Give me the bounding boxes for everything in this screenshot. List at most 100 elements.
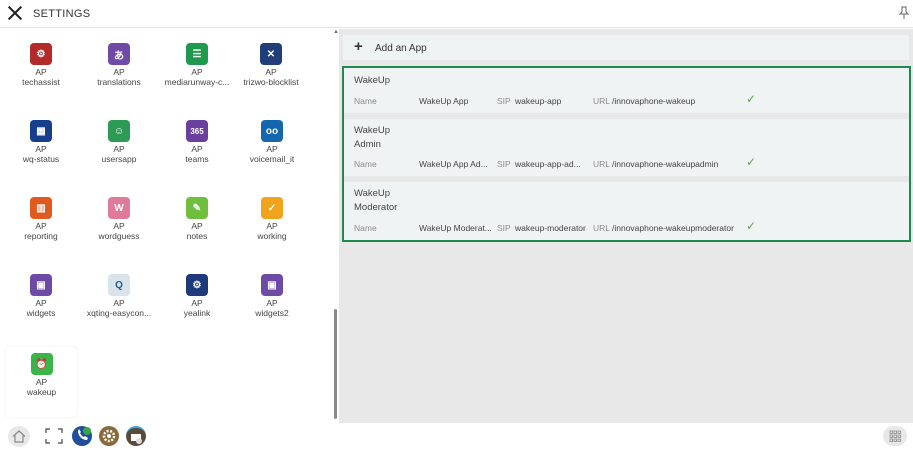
grid-icon bbox=[889, 430, 901, 442]
app-tile-prefix: AP bbox=[113, 298, 125, 308]
app-tile-notes[interactable]: ✎ AP notes bbox=[161, 197, 233, 267]
app-tile-prefix: AP bbox=[35, 221, 47, 231]
app-config-pane: + Add an App WakeUp Name WakeUp App SIP … bbox=[339, 29, 913, 423]
app-tile-widgets[interactable]: ▣ AP widgets bbox=[5, 274, 77, 344]
sip-value: wakeup-moderator bbox=[515, 223, 586, 233]
home-icon bbox=[12, 430, 26, 443]
url-value: /innovaphone-wakeup bbox=[612, 96, 696, 106]
scrollbar-thumb[interactable] bbox=[334, 309, 337, 419]
xqting-icon: Q bbox=[108, 274, 130, 296]
url-value: /innovaphone-wakeupmoderator bbox=[612, 223, 734, 233]
blocklist-icon: ✕ bbox=[260, 43, 282, 65]
app-tile-label: wordguess bbox=[98, 231, 140, 241]
app-tile-xqting-easycon[interactable]: Q AP xqting-easycon... bbox=[80, 274, 158, 344]
sip-label: SIP bbox=[497, 96, 511, 106]
sip-value: wakeup-app-ad... bbox=[515, 159, 581, 169]
check-icon: ✓ bbox=[746, 219, 757, 233]
app-entry-wakeup-moderator[interactable]: WakeUp Moderator Name WakeUp Moderat... … bbox=[344, 182, 909, 240]
entry-title-line2: Admin bbox=[354, 139, 381, 150]
check-icon: ✓ bbox=[746, 155, 757, 169]
app-tile-reporting[interactable]: ▥ AP reporting bbox=[5, 197, 77, 267]
app-tile-wakeup[interactable]: ⏰ AP wakeup bbox=[6, 353, 77, 423]
app-tile-mediarunway[interactable]: ☰ AP mediarunway-c... bbox=[161, 43, 233, 113]
users-icon: ☺ bbox=[108, 120, 130, 142]
app-entry-list: WakeUp Name WakeUp App SIP wakeup-app UR… bbox=[342, 66, 911, 242]
app-tile-prefix: AP bbox=[266, 144, 278, 154]
app-tile-teams[interactable]: 365 AP teams bbox=[161, 120, 233, 190]
app-tile-prefix: AP bbox=[191, 221, 203, 231]
app-entry-wakeup-admin[interactable]: WakeUp Admin Name WakeUp App Ad... SIP w… bbox=[344, 119, 909, 176]
app-tile-yealink[interactable]: ⚙ AP yealink bbox=[161, 274, 233, 344]
top-bar: SETTINGS bbox=[0, 0, 913, 28]
app-launcher-button[interactable] bbox=[883, 426, 907, 446]
app-admin-icon[interactable] bbox=[126, 426, 146, 446]
app-tile-prefix: AP bbox=[113, 67, 125, 77]
pin-icon[interactable] bbox=[899, 6, 909, 20]
app-tile-label: working bbox=[257, 231, 287, 241]
app-tile-label: techassist bbox=[22, 77, 60, 87]
app-tile-wq-status[interactable]: ▦ AP wq-status bbox=[5, 120, 77, 190]
app-tile-label: reporting bbox=[24, 231, 58, 241]
sip-value: wakeup-app bbox=[515, 96, 562, 106]
url-label: URL bbox=[593, 159, 611, 169]
check-icon: ✓ bbox=[746, 92, 757, 106]
app-tile-trizwo-blocklist[interactable]: ✕ AP trizwo-blocklist bbox=[232, 43, 310, 113]
name-value: WakeUp App Ad... bbox=[419, 159, 488, 169]
sip-label: SIP bbox=[497, 223, 511, 233]
mediarunway-icon: ☰ bbox=[186, 43, 208, 65]
entry-title: WakeUp bbox=[354, 75, 391, 86]
app-tile-label: trizwo-blocklist bbox=[243, 77, 299, 87]
app-tile-prefix: AP bbox=[35, 144, 47, 154]
name-label: Name bbox=[354, 223, 377, 233]
translations-icon: あ bbox=[108, 43, 130, 65]
home-button[interactable] bbox=[8, 426, 30, 447]
phone-icon[interactable] bbox=[72, 426, 92, 446]
app-tile-working[interactable]: ✓ AP working bbox=[236, 197, 308, 267]
yealink-icon: ⚙ bbox=[186, 274, 208, 296]
add-app-label: Add an App bbox=[375, 43, 427, 54]
url-label: URL bbox=[593, 96, 611, 106]
app-tile-usersapp[interactable]: ☺ AP usersapp bbox=[83, 120, 155, 190]
widgets2-icon: ▣ bbox=[261, 274, 283, 296]
close-icon[interactable] bbox=[7, 5, 23, 21]
app-tile-prefix: AP bbox=[191, 144, 203, 154]
url-label: URL bbox=[593, 223, 611, 233]
app-tile-prefix: AP bbox=[266, 221, 278, 231]
working-icon: ✓ bbox=[261, 197, 283, 219]
app-tile-translations[interactable]: あ AP translations bbox=[83, 43, 155, 113]
app-tile-prefix: AP bbox=[191, 298, 203, 308]
app-tile-label: xqting-easycon... bbox=[86, 308, 152, 318]
fullscreen-icon[interactable] bbox=[45, 428, 63, 444]
app-tile-prefix: AP bbox=[191, 67, 203, 77]
page-title: SETTINGS bbox=[33, 8, 91, 20]
app-tile-label: voicemail_it bbox=[249, 154, 295, 164]
scrollbar[interactable]: ▲ bbox=[333, 29, 339, 423]
name-label: Name bbox=[354, 159, 377, 169]
app-tile-label: teams bbox=[185, 154, 209, 164]
add-app-button[interactable]: + Add an App bbox=[343, 35, 909, 60]
settings-gear-icon[interactable] bbox=[99, 426, 119, 446]
app-tile-prefix: AP bbox=[113, 144, 125, 154]
url-value: /innovaphone-wakeupadmin bbox=[612, 159, 719, 169]
app-tile-label: widgets2 bbox=[255, 308, 289, 318]
name-label: Name bbox=[354, 96, 377, 106]
app-tile-prefix: AP bbox=[113, 221, 125, 231]
app-tile-label: mediarunway-c... bbox=[164, 77, 230, 87]
teams-icon: 365 bbox=[186, 120, 208, 142]
app-tile-label: yealink bbox=[183, 308, 211, 318]
app-tile-wordguess[interactable]: W AP wordguess bbox=[83, 197, 155, 267]
name-value: WakeUp Moderat... bbox=[419, 223, 492, 233]
entry-title-line2: Moderator bbox=[354, 202, 398, 213]
app-tile-prefix: AP bbox=[35, 298, 47, 308]
alarm-clock-icon: ⏰ bbox=[30, 353, 53, 375]
app-tile-widgets2[interactable]: ▣ AP widgets2 bbox=[236, 274, 308, 344]
app-entry-wakeup[interactable]: WakeUp Name WakeUp App SIP wakeup-app UR… bbox=[344, 68, 909, 113]
app-tile-voicemail[interactable]: oo AP voicemail_it bbox=[236, 120, 308, 190]
bottom-bar bbox=[0, 423, 913, 449]
widgets-icon: ▣ bbox=[30, 274, 52, 296]
sip-label: SIP bbox=[497, 159, 511, 169]
wq-status-icon: ▦ bbox=[30, 120, 52, 142]
app-tile-wakeup-selected[interactable]: ⏰ AP wakeup bbox=[6, 347, 77, 417]
app-tile-prefix: AP bbox=[265, 67, 277, 77]
app-tile-techassist[interactable]: ⚙ AP techassist bbox=[5, 43, 77, 113]
